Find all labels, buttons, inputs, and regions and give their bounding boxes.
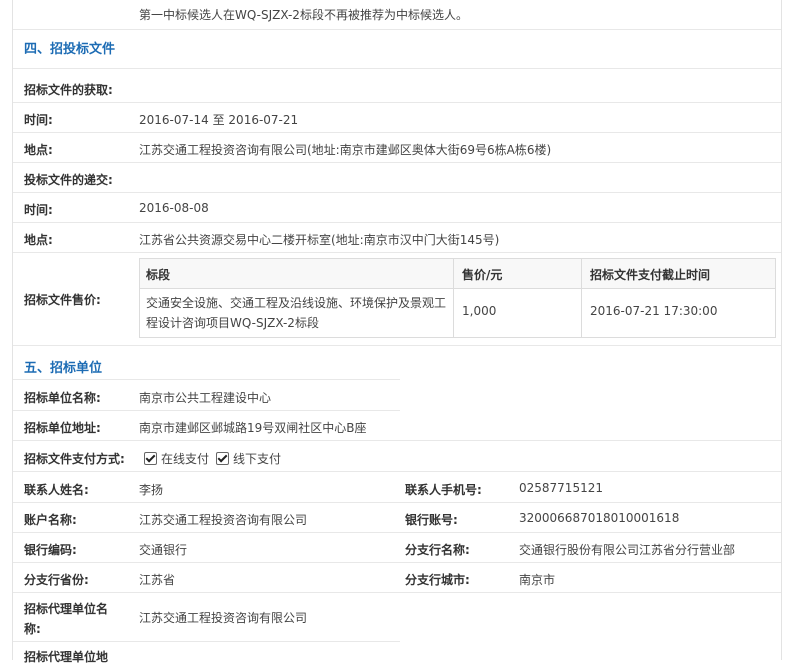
account-name-label: 账户名称: xyxy=(24,513,77,527)
obtain-place-value: 江苏交通工程投资咨询有限公司(地址:南京市建邺区奥体大街69号6栋A栋6楼) xyxy=(139,143,552,157)
divider xyxy=(13,641,400,642)
submit-time-value: 2016-08-08 xyxy=(139,201,209,215)
divider xyxy=(13,162,781,163)
agent-name-value: 江苏交通工程投资咨询有限公司 xyxy=(139,611,308,625)
bank-code-value: 交通银行 xyxy=(139,543,188,557)
pay-method-label: 招标文件支付方式: xyxy=(24,452,125,466)
branch-name-label: 分支行名称: xyxy=(405,543,470,557)
divider xyxy=(13,502,781,503)
agent-name-label: 招标代理单位名称: xyxy=(24,602,109,636)
obtain-time-end: 2016-07-21 xyxy=(228,113,299,127)
divider xyxy=(13,102,781,103)
obtain-time-start: 2016-07-14 xyxy=(139,113,209,127)
section5-title: 五、招标单位 xyxy=(24,361,103,376)
branch-city-label: 分支行城市: xyxy=(405,573,470,587)
obtain-time-value: 2016-07-14 至 2016-07-21 xyxy=(139,111,298,128)
divider xyxy=(13,379,400,380)
section4-title: 四、招投标文件 xyxy=(24,42,116,57)
table-cell-segment: 交通安全设施、交通工程及沿线设施、环境保护及景观工程设计咨询项目WQ-SJZX-… xyxy=(146,296,447,330)
submit-place-label: 地点: xyxy=(24,233,53,247)
divider xyxy=(13,252,781,253)
table-header-price: 售价/元 xyxy=(462,268,503,282)
contact-label: 联系人姓名: xyxy=(24,483,89,497)
obtain-place-label: 地点: xyxy=(24,143,53,157)
divider xyxy=(13,562,781,563)
page: 第一中标候选人在WQ-SJZX-2标段不再被推荐为中标候选人。 四、招投标文件 … xyxy=(0,0,796,664)
divider xyxy=(13,132,781,133)
unit-address-value: 南京市建邺区邺城路19号双闸社区中心B座 xyxy=(139,421,367,435)
divider xyxy=(13,29,781,30)
table-col-divider xyxy=(453,259,454,337)
obtain-time-label: 时间: xyxy=(24,113,53,127)
branch-name-value: 交通银行股份有限公司江苏省分行营业部 xyxy=(519,543,736,557)
divider xyxy=(13,192,781,193)
contact-value: 李扬 xyxy=(139,483,164,497)
pay-online-option[interactable]: 在线支付 xyxy=(144,450,209,467)
top-note: 第一中标候选人在WQ-SJZX-2标段不再被推荐为中标候选人。 xyxy=(139,8,468,22)
branch-province-label: 分支行省份: xyxy=(24,573,89,587)
pay-offline-checkbox[interactable] xyxy=(216,452,229,465)
divider xyxy=(13,471,781,472)
table-col-divider xyxy=(581,259,582,337)
account-name-value: 江苏交通工程投资咨询有限公司 xyxy=(139,513,308,527)
pay-offline-label: 线下支付 xyxy=(233,452,282,466)
obtain-label: 招标文件的获取: xyxy=(24,83,113,97)
table-cell-price: 1,000 xyxy=(462,304,497,318)
divider xyxy=(13,440,781,441)
agent-address-label: 招标代理单位地 xyxy=(24,650,109,664)
price-label: 招标文件售价: xyxy=(24,293,101,307)
phone-value: 02587715121 xyxy=(519,481,603,495)
account-no-label: 银行账号: xyxy=(405,513,458,527)
unit-name-label: 招标单位名称: xyxy=(24,391,101,405)
bank-code-label: 银行编码: xyxy=(24,543,77,557)
phone-label: 联系人手机号: xyxy=(405,483,482,497)
submit-time-label: 时间: xyxy=(24,203,53,217)
obtain-time-sep: 至 xyxy=(212,113,225,127)
frame-right-border xyxy=(781,0,782,660)
divider xyxy=(13,222,781,223)
divider xyxy=(13,532,781,533)
divider xyxy=(13,345,781,346)
branch-city-value: 南京市 xyxy=(519,573,556,587)
table-header-segment: 标段 xyxy=(146,268,171,282)
submit-place-value: 江苏省公共资源交易中心二楼开标室(地址:南京市汉中门大街145号) xyxy=(139,233,500,247)
table-header-deadline: 招标文件支付截止时间 xyxy=(590,268,711,282)
pay-online-label: 在线支付 xyxy=(161,452,210,466)
submit-label: 投标文件的递交: xyxy=(24,173,113,187)
divider xyxy=(13,68,781,69)
divider xyxy=(13,410,400,411)
account-no-value: 32000668701801000161​8 xyxy=(519,511,680,525)
branch-province-value: 江苏省 xyxy=(139,573,176,587)
frame-left-border xyxy=(12,0,13,660)
divider xyxy=(13,592,781,593)
unit-address-label: 招标单位地址: xyxy=(24,421,101,435)
pay-offline-option[interactable]: 线下支付 xyxy=(216,450,281,467)
price-table: 标段 售价/元 招标文件支付截止时间 交通安全设施、交通工程及沿线设施、环境保护… xyxy=(139,258,776,338)
pay-online-checkbox[interactable] xyxy=(144,452,157,465)
unit-name-value: 南京市公共工程建设中心 xyxy=(139,391,272,405)
table-cell-deadline: 2016-07-21 17:30:00 xyxy=(590,304,718,318)
